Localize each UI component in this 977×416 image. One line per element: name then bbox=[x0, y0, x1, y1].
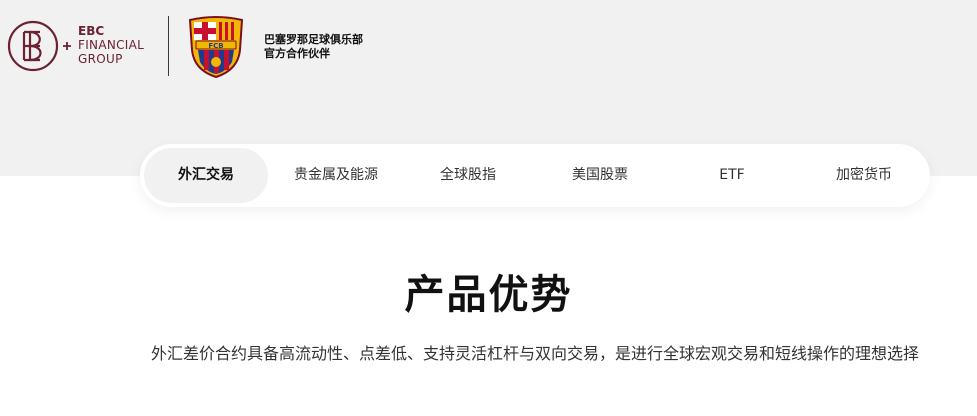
partner-caption: 巴塞罗那足球俱乐部 官方合作伙伴 bbox=[264, 33, 363, 61]
tab-crypto[interactable]: 加密货币 bbox=[802, 148, 926, 203]
ebc-wordmark-line3: GROUP bbox=[78, 52, 123, 66]
section-description: 外汇差价合约具备高流动性、点差低、支持灵活杠杆与双向交易，是进行全球宏观交易和短… bbox=[150, 344, 919, 363]
ebc-monogram-icon bbox=[7, 20, 71, 72]
section-title: 产品优势 bbox=[404, 272, 573, 318]
product-tabbar: 外汇交易 贵金属及能源 全球股指 美国股票 ETF 加密货币 bbox=[140, 144, 930, 207]
partner-caption-line1: 巴塞罗那足球俱乐部 bbox=[264, 33, 363, 46]
ebc-logo[interactable]: EBC FINANCIAL GROUP bbox=[6, 14, 156, 78]
crest-label: FCB bbox=[208, 42, 223, 50]
logo-divider bbox=[168, 16, 169, 76]
fcb-crest-icon: FCB bbox=[188, 16, 244, 78]
ebc-wordmark: EBC FINANCIAL GROUP bbox=[78, 24, 144, 66]
tab-forex[interactable]: 外汇交易 bbox=[144, 148, 268, 203]
ebc-wordmark-line1: EBC bbox=[78, 24, 105, 38]
tab-metals-energy[interactable]: 贵金属及能源 bbox=[274, 148, 398, 203]
partner-caption-line2: 官方合作伙伴 bbox=[264, 47, 330, 60]
tab-global-indices[interactable]: 全球股指 bbox=[406, 148, 530, 203]
tab-us-stocks[interactable]: 美国股票 bbox=[538, 148, 662, 203]
ebc-wordmark-line2: FINANCIAL bbox=[78, 38, 145, 52]
tab-etf[interactable]: ETF bbox=[670, 148, 794, 203]
